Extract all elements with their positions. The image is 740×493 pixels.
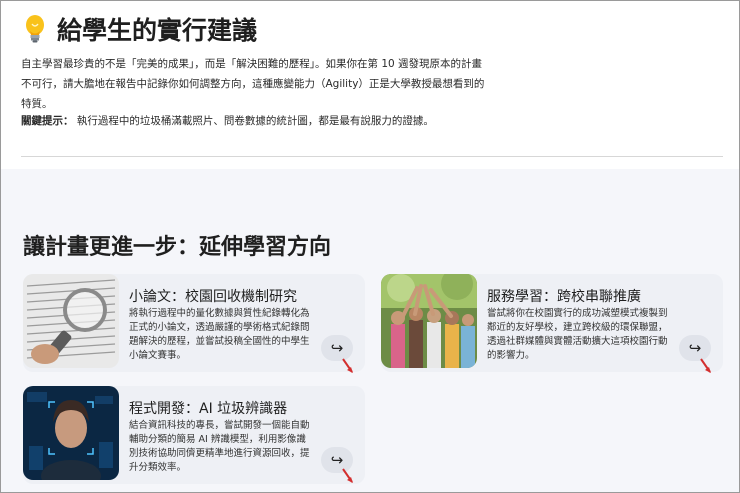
redirect-arrow-icon: ↪ — [688, 339, 702, 357]
card-research-paper-image — [23, 274, 119, 368]
key-tip: 關鍵提示： 執行過程中的垃圾桶滿載照片、問卷數據的統計圖，都是最有說服力的證據。 — [21, 111, 721, 131]
red-pointer-arrow-icon — [342, 468, 353, 483]
card-service-learning-image — [381, 274, 477, 368]
page-frame: 給學生的實行建議 自主學習最珍貴的不是「完美的成果」，而是「解決困難的歷程」。如… — [0, 0, 740, 493]
card-ai-classifier-desc: 結合資訊科技的專長，嘗試開發一個能自動輔助分類的簡易 AI 辨識模型，利用影像識… — [129, 420, 310, 473]
lightbulb-icon — [26, 15, 44, 43]
red-pointer-arrow-icon — [700, 358, 711, 373]
card-service-learning[interactable]: 服務學習：跨校串聯推廣 嘗試將你在校園實行的成功減塑模式複製到鄰近的友好學校，建… — [381, 274, 723, 373]
card-research-paper-title: 小論文：校園回收機制研究 — [129, 289, 297, 305]
intro-paragraph: 自主學習最珍貴的不是「完美的成果」，而是「解決困難的歷程」。如果你在第 10 週… — [21, 58, 485, 110]
card-ai-classifier-image — [23, 386, 119, 480]
page-title: 給學生的實行建議 — [23, 11, 257, 47]
card-research-paper-desc: 將執行過程中的量化數據與質性紀錄轉化為正式的小論文，透過嚴謹的學術格式紀錄問題解… — [129, 308, 310, 361]
page-title-text: 給學生的實行建議 — [57, 16, 258, 45]
section-title: 讓計畫更進一步：延伸學習方向 — [23, 235, 332, 260]
card-ai-classifier[interactable]: 程式開發：AI 垃圾辨識器 結合資訊科技的專長，嘗試開發一個能自動輔助分類的簡易… — [23, 386, 365, 484]
card-service-learning-title: 服務學習：跨校串聯推廣 — [487, 289, 641, 305]
section-divider — [21, 156, 723, 157]
redirect-arrow-icon: ↪ — [330, 339, 344, 357]
card-research-paper[interactable]: 小論文：校園回收機制研究 將執行過程中的量化數據與質性紀錄轉化為正式的小論文，透… — [23, 274, 365, 373]
key-tip-label: 關鍵提示： — [21, 115, 74, 127]
card-ai-classifier-title: 程式開發：AI 垃圾辨識器 — [129, 401, 288, 417]
card-service-learning-desc: 嘗試將你在校園實行的成功減塑模式複製到鄰近的友好學校，建立跨校級的環保聯盟，透過… — [487, 308, 668, 361]
key-tip-text: 執行過程中的垃圾桶滿載照片、問卷數據的統計圖，都是最有說服力的證據。 — [73, 115, 434, 127]
red-pointer-arrow-icon — [342, 358, 353, 373]
advice-section: 給學生的實行建議 自主學習最珍貴的不是「完美的成果」，而是「解決困難的歷程」。如… — [1, 1, 739, 169]
redirect-arrow-icon: ↪ — [330, 451, 344, 469]
